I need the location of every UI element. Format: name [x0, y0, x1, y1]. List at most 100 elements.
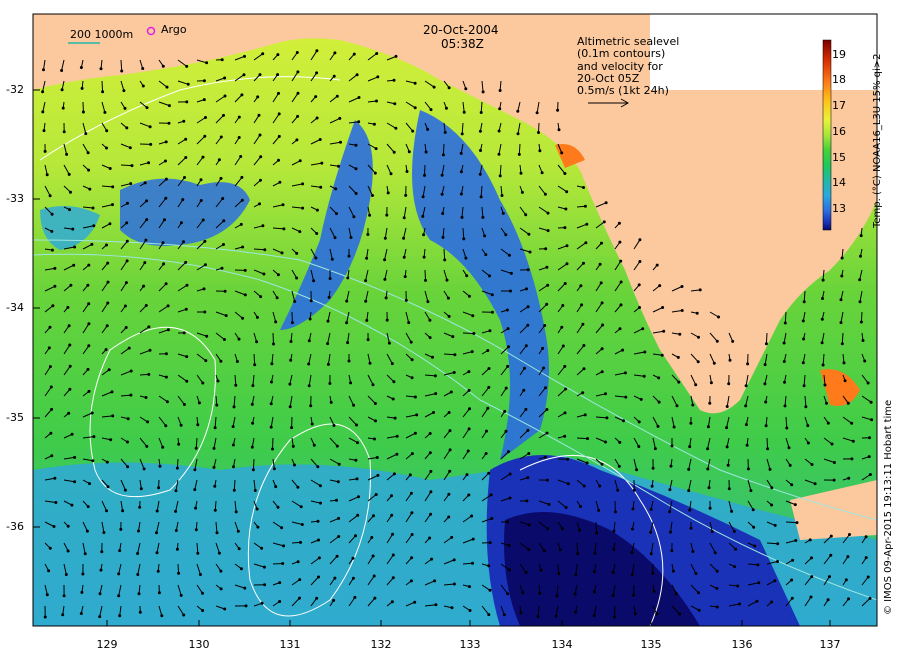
velocity-arrow-head: [42, 129, 46, 133]
velocity-arrow-head: [141, 67, 145, 70]
velocity-arrow-head: [486, 406, 490, 410]
velocity-arrow-head: [203, 263, 207, 267]
velocity-arrow: [233, 479, 236, 491]
velocity-arrow-head: [222, 338, 226, 341]
velocity-arrow-head: [802, 337, 806, 341]
lat-tick: -35: [6, 411, 24, 424]
velocity-arrow-head: [289, 340, 293, 343]
velocity-arrow-head: [215, 531, 219, 535]
velocity-arrow-head: [117, 572, 121, 576]
velocity-arrow-head: [521, 591, 525, 595]
velocity-arrow-head: [106, 301, 110, 305]
velocity-arrow-head: [848, 533, 851, 536]
velocity-arrow-head: [613, 615, 616, 619]
velocity-arrow-head: [441, 212, 445, 215]
velocity-arrow-head: [585, 222, 589, 226]
velocity-arrow-head: [335, 94, 339, 98]
velocity-arrow-head: [66, 524, 70, 528]
velocity-arrow-head: [106, 485, 110, 489]
velocity-arrow-head: [691, 403, 695, 407]
velocity-arrow-head: [653, 447, 657, 451]
velocity-arrow-head: [578, 528, 581, 532]
velocity-arrow-head: [783, 404, 787, 408]
velocity-arrow-head: [87, 302, 91, 306]
velocity-arrow-head: [50, 248, 54, 252]
velocity-arrow-head: [250, 402, 254, 406]
velocity-arrow-head: [237, 547, 241, 551]
velocity-arrow-head: [315, 208, 319, 212]
velocity-arrow-head: [561, 344, 565, 348]
velocity-arrow-head: [48, 546, 52, 550]
velocity-arrow-head: [694, 572, 698, 575]
velocity-arrow-head: [490, 310, 494, 314]
velocity-arrow-head: [356, 513, 360, 517]
velocity-arrow-head: [604, 201, 608, 205]
velocity-arrow-head: [385, 318, 389, 322]
velocity-arrow-head: [240, 175, 244, 179]
velocity-arrow-head: [858, 300, 862, 304]
velocity-arrow-head: [560, 325, 564, 329]
velocity-arrow-head: [842, 361, 846, 365]
velocity-arrow-head: [727, 487, 731, 491]
velocity-arrow-head: [392, 472, 396, 476]
velocity-arrow-head: [220, 58, 224, 62]
velocity-arrow-head: [87, 344, 91, 348]
velocity-arrow-head: [600, 370, 604, 374]
velocity-arrow-head: [431, 355, 434, 359]
velocity-arrow-head: [130, 164, 134, 168]
velocity-arrow-head: [223, 94, 227, 98]
depth-legend-label: 200 1000m: [70, 28, 134, 41]
velocity-arrow-head: [333, 236, 337, 240]
velocity-arrow-head: [504, 429, 508, 433]
velocity-arrow-head: [804, 405, 808, 409]
velocity-arrow-head: [503, 409, 507, 413]
velocity-arrow-head: [813, 482, 817, 486]
velocity-arrow-head: [234, 383, 238, 387]
velocity-arrow-head: [709, 381, 713, 385]
velocity-arrow-head: [506, 327, 510, 331]
velocity-arrow-head: [444, 106, 448, 110]
velocity-arrow-head: [352, 52, 356, 56]
velocity-arrow-head: [413, 106, 417, 110]
velocity-arrow-head: [413, 395, 417, 399]
velocity-arrow-head: [525, 287, 528, 291]
velocity-arrow-head: [430, 557, 434, 561]
velocity-arrow-head: [53, 266, 57, 270]
velocity-arrow-head: [825, 401, 828, 405]
velocity-arrow-head: [637, 445, 641, 448]
velocity-arrow-head: [330, 257, 334, 261]
velocity-arrow-head: [67, 324, 71, 328]
velocity-arrow-head: [850, 421, 854, 425]
velocity-arrow-head: [385, 213, 389, 217]
velocity-arrow-head: [243, 293, 247, 297]
velocity-arrow-head: [564, 207, 568, 211]
velocity-arrow-head: [184, 137, 188, 141]
velocity-arrow-head: [507, 253, 511, 257]
velocity-arrow-head: [447, 86, 451, 90]
velocity-arrow-head: [527, 548, 531, 551]
velocity-arrow-head: [251, 421, 255, 425]
velocity-arrow-head: [543, 324, 547, 327]
velocity-arrow-head: [394, 54, 398, 58]
velocity-arrow-head: [237, 337, 241, 341]
velocity-arrow-head: [155, 509, 159, 513]
velocity-arrow: [424, 164, 426, 176]
velocity-arrow-head: [678, 612, 681, 616]
velocity-arrow-head: [327, 295, 331, 299]
velocity-arrow-head: [708, 506, 712, 510]
velocity-arrow-head: [668, 510, 672, 514]
velocity-arrow-head: [751, 508, 755, 512]
velocity-arrow-head: [579, 284, 583, 288]
velocity-arrow-head: [563, 282, 567, 285]
velocity-arrow-head: [272, 467, 276, 471]
velocity-arrow-head: [410, 452, 414, 456]
velocity-arrow-head: [472, 332, 476, 335]
velocity-arrow-head: [91, 206, 95, 210]
velocity-arrow-head: [371, 383, 375, 387]
velocity-arrow: [576, 437, 588, 440]
velocity-arrow-head: [506, 520, 510, 524]
velocity-arrow-head: [468, 407, 471, 411]
velocity-arrow-head: [165, 400, 169, 404]
velocity-arrow-head: [669, 464, 673, 468]
velocity-arrow-head: [752, 525, 756, 529]
